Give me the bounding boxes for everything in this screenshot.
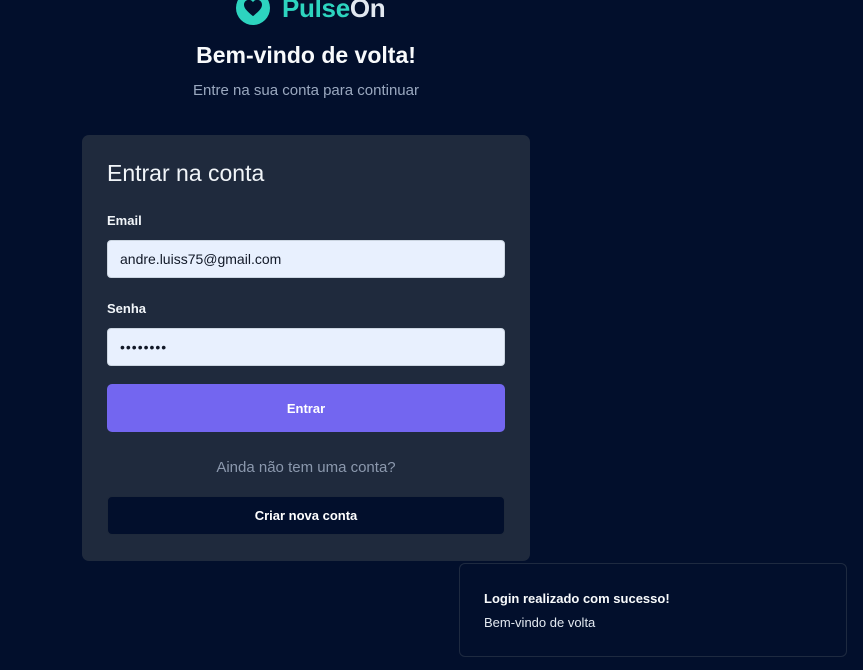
heart-icon [236, 0, 270, 25]
password-field[interactable] [107, 328, 505, 366]
success-toast[interactable]: Login realizado com sucesso! Bem-vindo d… [459, 563, 847, 657]
toast-description: Bem-vindo de volta [484, 615, 596, 630]
no-account-text: Ainda não tem uma conta? [216, 459, 396, 476]
page-subtitle: Entre na sua conta para continuar [193, 82, 419, 99]
brand-logo: PulseOn [236, 0, 386, 25]
brand-name: PulseOn [282, 0, 386, 24]
login-button[interactable]: Entrar [107, 384, 505, 432]
brand-name-part2: On [349, 0, 386, 23]
email-field[interactable] [107, 240, 505, 278]
create-account-button[interactable]: Criar nova conta [107, 496, 505, 535]
login-card: Entrar na conta Email Senha Entrar Ainda… [82, 135, 530, 561]
toast-title: Login realizado com sucesso! [484, 591, 670, 606]
card-title: Entrar na conta [107, 160, 265, 186]
password-label: Senha [107, 301, 147, 316]
page-title: Bem-vindo de volta! [196, 42, 416, 68]
email-label: Email [107, 213, 142, 228]
brand-name-part1: Pulse [282, 0, 350, 23]
